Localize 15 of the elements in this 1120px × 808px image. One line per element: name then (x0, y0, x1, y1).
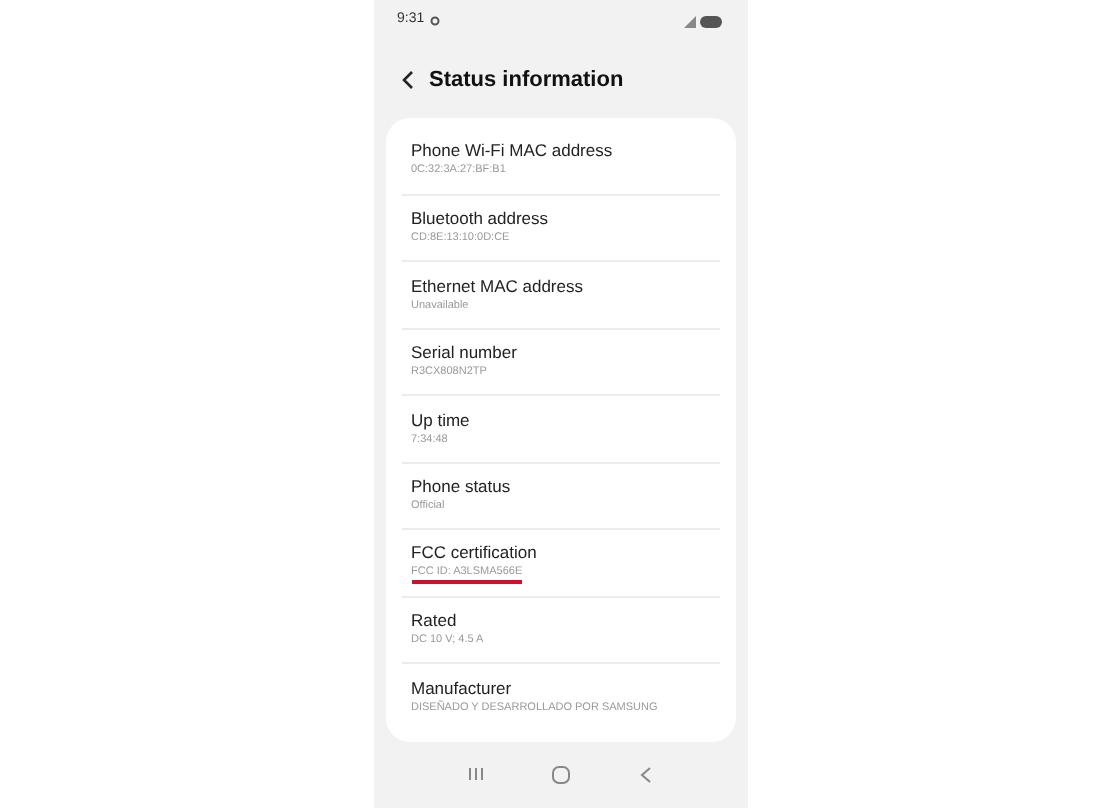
item-label: Phone Wi-Fi MAC address (411, 140, 615, 163)
recent-apps-icon[interactable] (467, 766, 484, 783)
item-label: Rated (411, 610, 459, 633)
item-label: Manufacturer (411, 677, 514, 700)
home-icon[interactable] (552, 765, 571, 784)
item-label: FCC certification (411, 541, 539, 564)
item-label: Ethernet MAC address (411, 275, 585, 298)
page-title: Status information (429, 65, 624, 96)
item-label: Phone status (411, 476, 513, 499)
item-label: Serial number (411, 342, 519, 365)
item-label: Bluetooth address (411, 208, 551, 231)
item-label: Up time (411, 409, 472, 432)
back-icon[interactable] (640, 765, 653, 784)
battery-icon (699, 15, 723, 27)
signal-icon (683, 15, 695, 27)
